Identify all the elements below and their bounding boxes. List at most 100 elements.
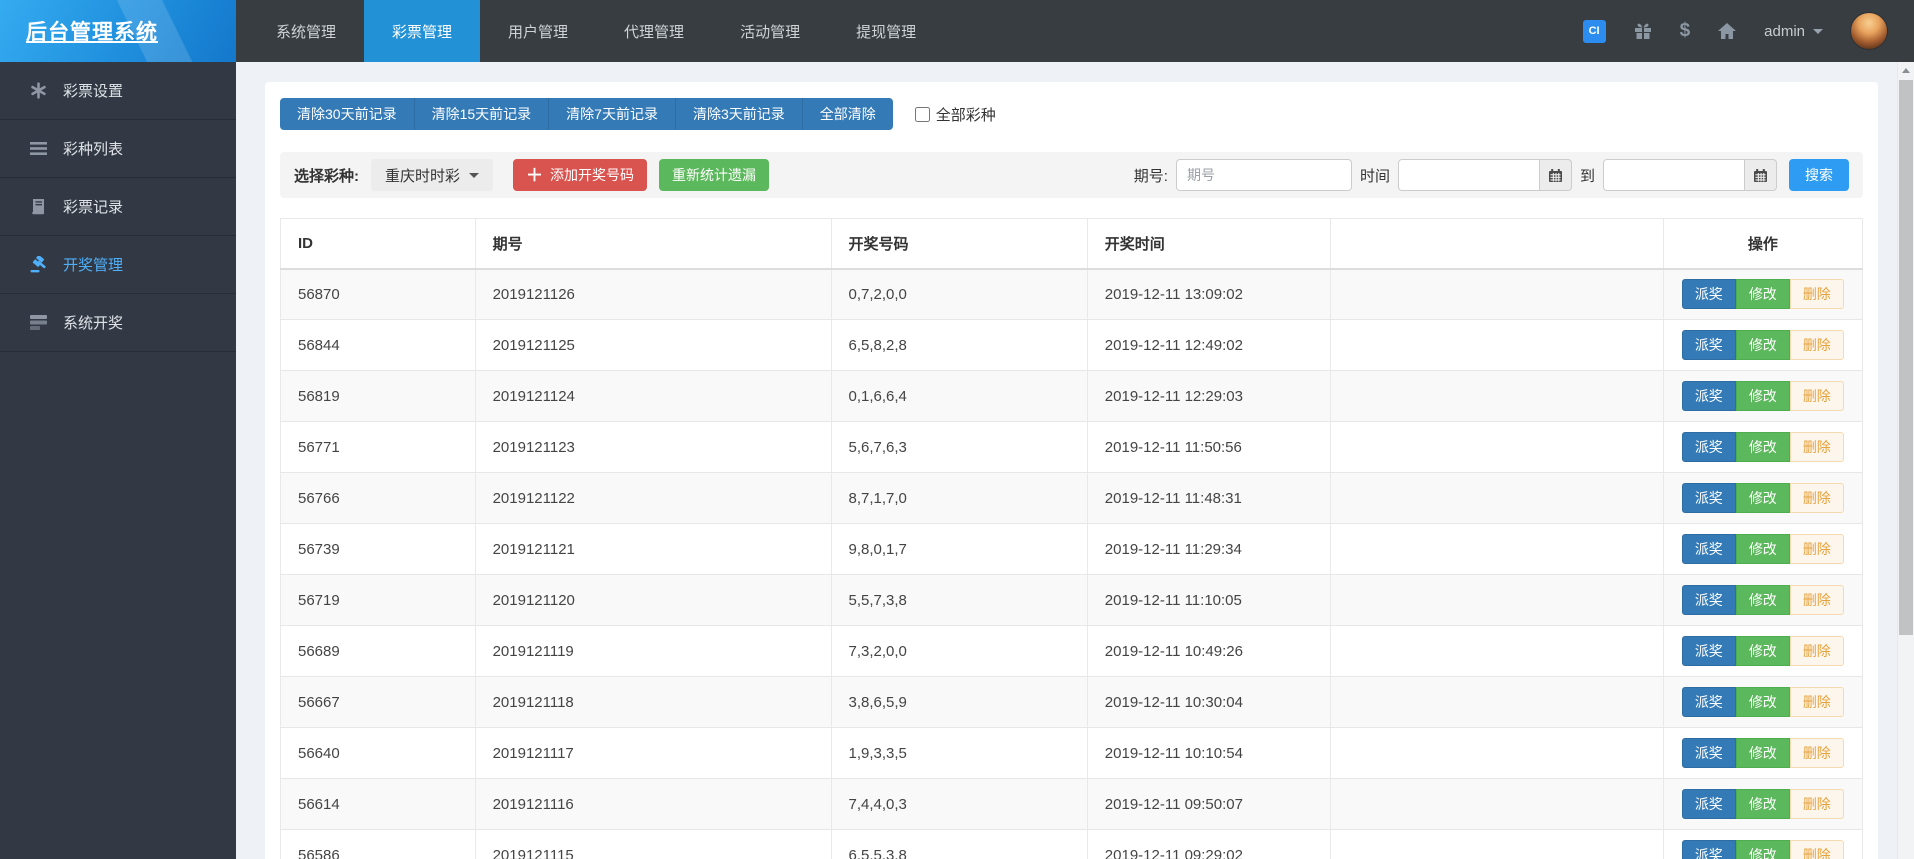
delete-button[interactable]: 删除 — [1789, 381, 1844, 411]
edit-button[interactable]: 修改 — [1735, 840, 1790, 859]
nav-item[interactable]: 系统管理 — [248, 0, 364, 62]
actions-cell: 派奖 修改 删除 — [1663, 625, 1864, 677]
edit-button[interactable]: 修改 — [1735, 330, 1790, 360]
vertical-scrollbar[interactable] — [1897, 62, 1914, 859]
all-lottery-checkbox[interactable] — [914, 106, 930, 122]
pay-button[interactable]: 派奖 — [1681, 687, 1736, 717]
calendar-icon[interactable] — [1745, 159, 1777, 191]
clear-records-button[interactable]: 清除30天前记录 — [280, 98, 415, 130]
gift-icon[interactable] — [1633, 21, 1653, 41]
issue-input[interactable] — [1175, 159, 1352, 191]
clear-records-button[interactable]: 清除7天前记录 — [549, 98, 676, 130]
edit-button[interactable]: 修改 — [1735, 636, 1790, 666]
sidebar-item[interactable]: 彩票设置 — [0, 62, 236, 120]
nav-item[interactable]: 彩票管理 — [364, 0, 481, 62]
content-card: 清除30天前记录 清除15天前记录 清除7天前记录 清除3天前记录 全部清除 全部彩种 … — [265, 82, 1878, 859]
edit-button[interactable]: 修改 — [1735, 432, 1790, 462]
col-time: 开奖时间 — [1087, 218, 1332, 270]
clear-records-button[interactable]: 全部清除 — [802, 98, 893, 130]
pay-button[interactable]: 派奖 — [1681, 279, 1736, 310]
issue-cell: 2019121120 — [475, 574, 832, 626]
recount-missing-button[interactable]: 重新统计遗漏 — [659, 159, 770, 191]
numbers-cell: 5,6,7,6,3 — [831, 421, 1088, 473]
sidebar-item[interactable]: 彩种列表 — [0, 120, 236, 178]
pay-button[interactable]: 派奖 — [1681, 636, 1736, 666]
issue-cell: 2019121124 — [475, 370, 832, 422]
edit-button[interactable]: 修改 — [1735, 687, 1790, 717]
pay-button[interactable]: 派奖 — [1681, 738, 1736, 768]
delete-button[interactable]: 删除 — [1789, 432, 1844, 462]
nav-item[interactable]: 活动管理 — [712, 0, 828, 62]
dollar-icon[interactable]: $ — [1680, 20, 1691, 42]
id-cell: 56640 — [280, 727, 476, 779]
pay-button[interactable]: 派奖 — [1681, 330, 1736, 360]
home-icon[interactable] — [1717, 21, 1737, 41]
scroll-up-button[interactable] — [1898, 62, 1914, 79]
delete-button[interactable]: 删除 — [1789, 840, 1844, 859]
delete-button[interactable]: 删除 — [1789, 483, 1844, 513]
table-row: 56640 2019121117 1,9,3,3,5 2019-12-11 10:10… — [280, 727, 1864, 779]
edit-button[interactable]: 修改 — [1735, 534, 1790, 564]
pay-button[interactable]: 派奖 — [1681, 432, 1736, 462]
delete-button[interactable]: 删除 — [1789, 585, 1844, 615]
delete-button[interactable]: 删除 — [1789, 330, 1844, 360]
issue-cell: 2019121116 — [475, 778, 832, 830]
sidebar-item-label: 系统开奖 — [63, 315, 124, 332]
actions-cell: 派奖 修改 删除 — [1663, 574, 1864, 626]
lottery-dropdown[interactable]: 重庆时时彩 — [371, 159, 494, 191]
sidebar-item[interactable]: 开奖管理 — [0, 236, 236, 294]
empty-cell — [1330, 268, 1664, 320]
empty-cell — [1330, 727, 1664, 779]
time-from-input[interactable] — [1397, 159, 1540, 191]
clear-toolbar: 清除30天前记录 清除15天前记录 清除7天前记录 清除3天前记录 全部清除 全部彩种 — [280, 98, 1863, 130]
id-cell: 56614 — [280, 778, 476, 830]
time-cell: 2019-12-11 11:29:34 — [1087, 523, 1332, 575]
clear-records-button[interactable]: 清除3天前记录 — [675, 98, 803, 130]
chevron-down-icon — [469, 172, 480, 178]
delete-button[interactable]: 删除 — [1789, 534, 1844, 564]
pay-button[interactable]: 派奖 — [1681, 840, 1736, 859]
time-cell: 2019-12-11 13:09:02 — [1087, 268, 1332, 320]
sidebar-item[interactable]: 系统开奖 — [0, 294, 236, 352]
scroll-up-icon — [1902, 68, 1910, 73]
search-button[interactable]: 搜索 — [1789, 159, 1849, 191]
id-cell: 56689 — [280, 625, 476, 677]
avatar[interactable] — [1850, 12, 1888, 50]
edit-button[interactable]: 修改 — [1735, 738, 1790, 768]
scrollbar-thumb[interactable] — [1899, 80, 1913, 635]
delete-button[interactable]: 删除 — [1789, 279, 1844, 310]
edit-button[interactable]: 修改 — [1735, 585, 1790, 615]
table-header-row: ID 期号 开奖号码 开奖时间 操作 — [280, 218, 1864, 270]
edit-button[interactable]: 修改 — [1735, 279, 1790, 310]
add-draw-number-button[interactable]: ＋ 添加开奖号码 — [513, 159, 648, 191]
delete-button[interactable]: 删除 — [1789, 789, 1844, 819]
time-to-input[interactable] — [1603, 159, 1745, 191]
delete-button[interactable]: 删除 — [1789, 636, 1844, 666]
pay-button[interactable]: 派奖 — [1681, 534, 1736, 564]
issue-cell: 2019121119 — [475, 625, 832, 677]
calendar-icon[interactable] — [1539, 159, 1572, 191]
edit-button[interactable]: 修改 — [1735, 789, 1790, 819]
site-stats-icon[interactable]: CI — [1582, 19, 1606, 43]
pay-button[interactable]: 派奖 — [1681, 483, 1736, 513]
delete-button[interactable]: 删除 — [1789, 687, 1844, 717]
delete-button[interactable]: 删除 — [1789, 738, 1844, 768]
sidebar-item[interactable]: 彩票记录 — [0, 178, 236, 236]
nav-item[interactable]: 代理管理 — [596, 0, 712, 62]
nav-item[interactable]: 提现管理 — [828, 0, 944, 62]
actions-cell: 派奖 修改 删除 — [1663, 778, 1864, 830]
all-lottery-checkbox-wrap[interactable]: 全部彩种 — [914, 104, 996, 125]
numbers-cell: 7,3,2,0,0 — [831, 625, 1088, 677]
nav-item[interactable]: 用户管理 — [480, 0, 596, 62]
pay-button[interactable]: 派奖 — [1681, 585, 1736, 615]
user-menu[interactable]: admin — [1764, 23, 1823, 40]
edit-button[interactable]: 修改 — [1735, 381, 1790, 411]
pay-button[interactable]: 派奖 — [1681, 789, 1736, 819]
clear-records-button[interactable]: 清除15天前记录 — [414, 98, 550, 130]
row-action-group: 派奖 修改 删除 — [1681, 483, 1844, 513]
pay-button[interactable]: 派奖 — [1681, 381, 1736, 411]
numbers-cell: 6,5,8,2,8 — [831, 319, 1088, 371]
time-cell: 2019-12-11 11:48:31 — [1087, 472, 1332, 524]
edit-button[interactable]: 修改 — [1735, 483, 1790, 513]
empty-cell — [1330, 370, 1664, 422]
